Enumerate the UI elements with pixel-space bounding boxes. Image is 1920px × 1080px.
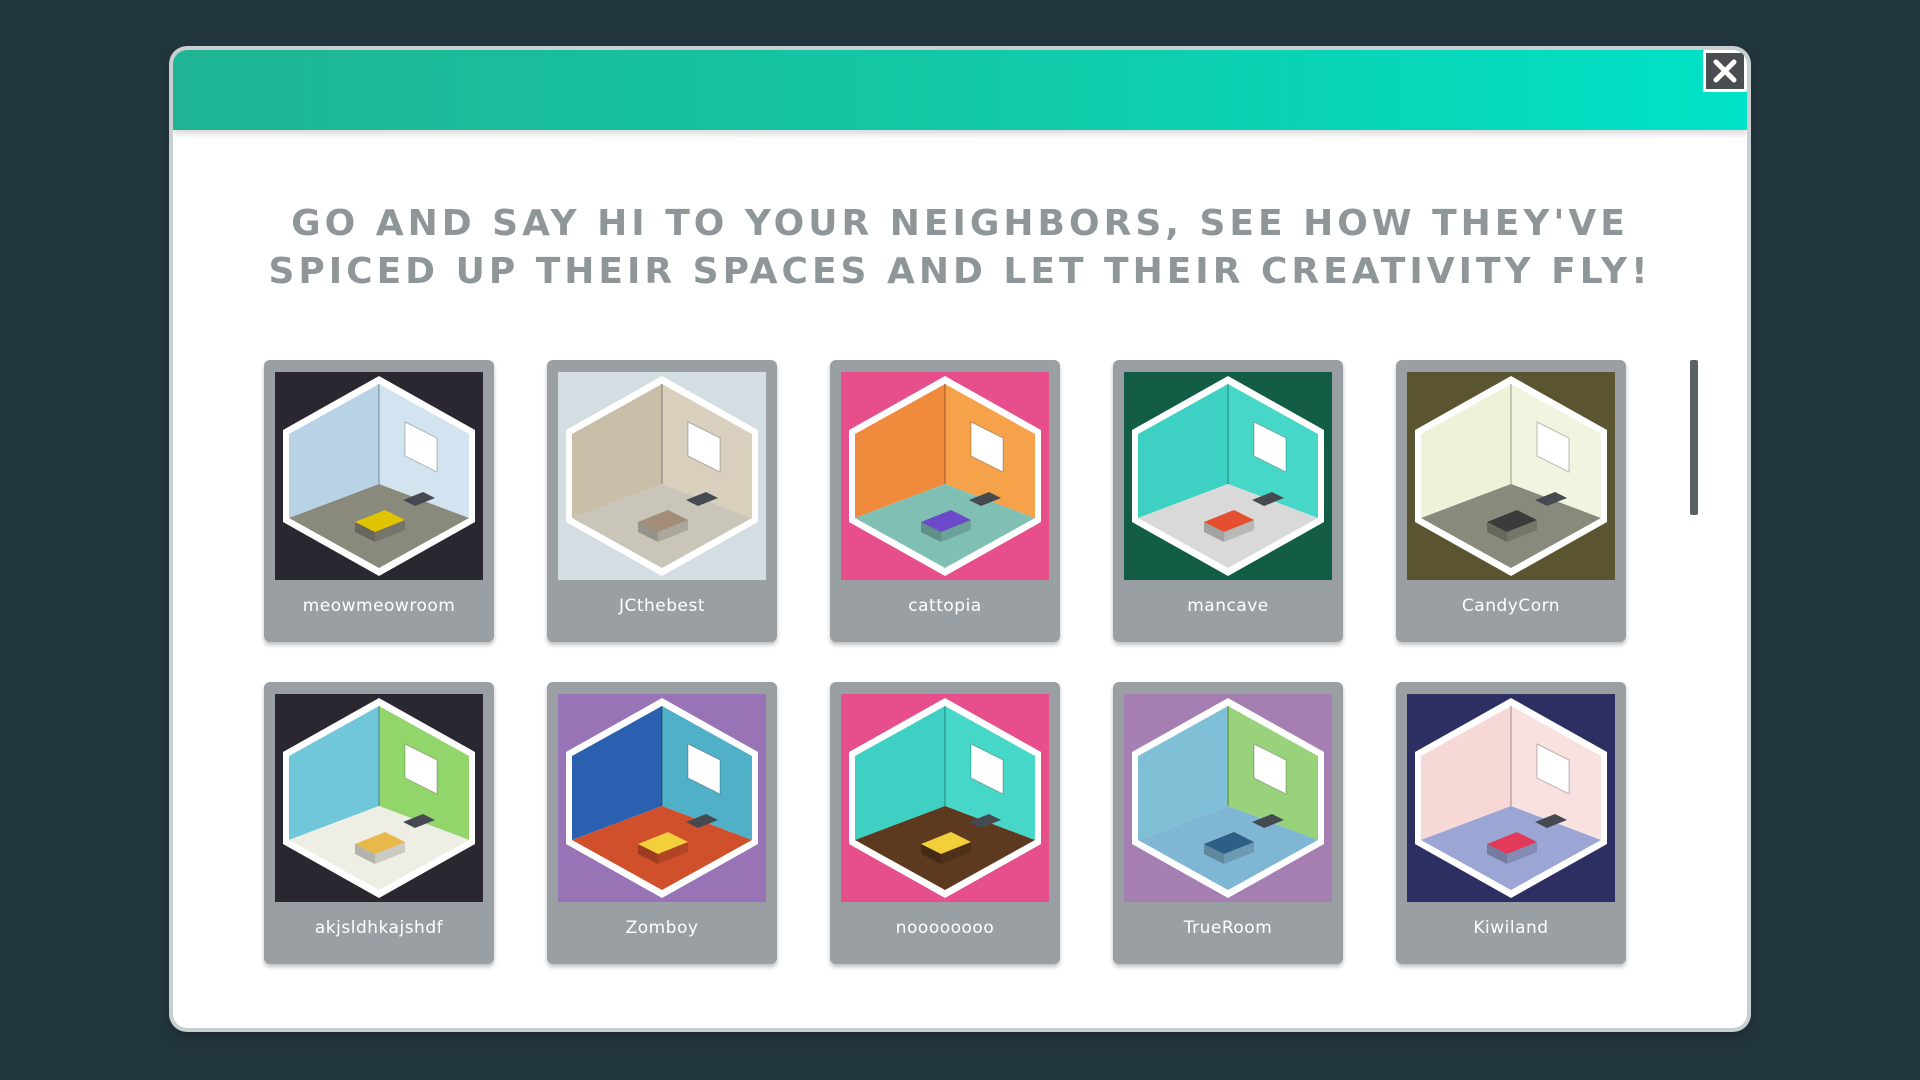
room-thumbnail (1407, 694, 1615, 902)
room-thumbnail (275, 694, 483, 902)
room-card[interactable]: cattopia (830, 360, 1060, 642)
room-thumbnail (1407, 372, 1615, 580)
room-grid: meowmeowroom JCthebest cattopia mancave … (264, 360, 1626, 964)
room-image (275, 372, 483, 580)
close-button[interactable] (1703, 50, 1747, 92)
scrollbar-thumb[interactable] (1690, 360, 1698, 515)
room-name: Kiwiland (1473, 918, 1549, 938)
room-name: cattopia (908, 596, 982, 616)
room-name: noooooooo (895, 918, 995, 938)
room-thumbnail (841, 372, 1049, 580)
room-thumbnail (558, 694, 766, 902)
room-name: akjsldhkajshdf (314, 918, 444, 938)
room-card[interactable]: meowmeowroom (264, 360, 494, 642)
headline-line-1: GO AND SAY HI TO YOUR NEIGHBORS, SEE HOW… (291, 203, 1629, 244)
room-card[interactable]: Zomboy (547, 682, 777, 964)
room-name: mancave (1187, 596, 1269, 616)
room-name: Zomboy (625, 918, 699, 938)
room-card[interactable]: noooooooo (830, 682, 1060, 964)
room-image (841, 372, 1049, 580)
room-image (1124, 372, 1332, 580)
close-x-icon (1713, 59, 1737, 83)
room-thumbnail (275, 372, 483, 580)
room-image (1407, 694, 1615, 902)
room-image (1407, 372, 1615, 580)
room-card[interactable]: CandyCorn (1396, 360, 1626, 642)
room-image (558, 694, 766, 902)
neighbors-dialog: GO AND SAY HI TO YOUR NEIGHBORS, SEE HOW… (173, 50, 1747, 1028)
room-card[interactable]: mancave (1113, 360, 1343, 642)
headline-line-2: SPICED UP THEIR SPACES AND LET THEIR CRE… (268, 251, 1652, 292)
room-image (841, 694, 1049, 902)
room-name: TrueRoom (1183, 918, 1273, 938)
page-title: GO AND SAY HI TO YOUR NEIGHBORS, SEE HOW… (173, 200, 1747, 296)
dialog-header (173, 50, 1747, 130)
room-thumbnail (1124, 372, 1332, 580)
room-image (275, 694, 483, 902)
room-thumbnail (558, 372, 766, 580)
room-card[interactable]: TrueRoom (1113, 682, 1343, 964)
room-card[interactable]: akjsldhkajshdf (264, 682, 494, 964)
room-name: JCthebest (618, 596, 706, 616)
room-image (558, 372, 766, 580)
room-thumbnail (841, 694, 1049, 902)
room-thumbnail (1124, 694, 1332, 902)
room-card[interactable]: JCthebest (547, 360, 777, 642)
room-name: meowmeowroom (302, 596, 456, 616)
room-name: CandyCorn (1461, 596, 1561, 616)
room-image (1124, 694, 1332, 902)
room-card[interactable]: Kiwiland (1396, 682, 1626, 964)
